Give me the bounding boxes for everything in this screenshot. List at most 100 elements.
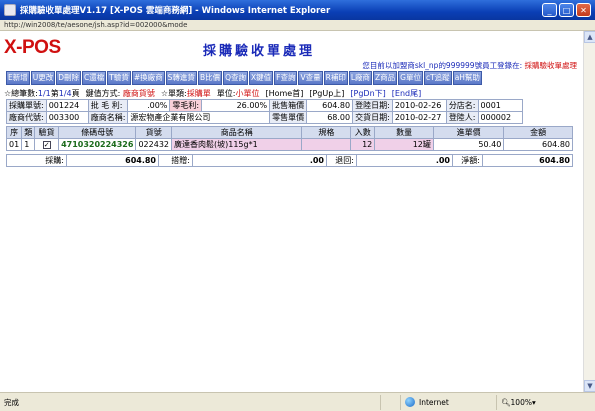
row-inspect-cell: ✓ [34, 138, 60, 151]
page-title: 採購驗收單處理 [203, 44, 316, 59]
col-unit-price: 進單價 [432, 126, 505, 139]
row-amount: 604.80 [503, 138, 573, 151]
row-product-name[interactable]: 廣達香肉鬆(坡)115g*1 [170, 138, 303, 151]
row-barcode[interactable]: 4710320224326 [58, 138, 137, 151]
return-total-label: 退回: [326, 154, 357, 167]
key-button[interactable]: X鍵值 [249, 71, 274, 85]
page-content: X-POS 採購驗收單處理 您目前以加盟商skl_np的999999號員工登錄在… [0, 31, 583, 392]
track-button[interactable]: cT追蹤 [423, 71, 452, 85]
inspect-button[interactable]: T驗貨 [107, 71, 131, 85]
registrar-label: 登陸人: [445, 111, 479, 124]
col-spec: 規格 [301, 126, 352, 139]
new-button[interactable]: E新增 [6, 71, 30, 85]
minimize-button[interactable]: _ [542, 3, 557, 17]
vendor-code-field[interactable]: 003300 [45, 111, 89, 124]
restore-button[interactable]: C還檔 [82, 71, 107, 85]
zone-label: Internet [419, 397, 449, 407]
help-button[interactable]: aH幫助 [452, 71, 482, 85]
col-amount: 金額 [503, 126, 573, 139]
zone-indicator[interactable]: Internet [400, 394, 496, 410]
order-no-label: 採購單號: [6, 99, 47, 112]
record-status-line: ☆總筆數:1/1第1/4頁 鍵值方式: 廠商貨號 ☆單類:採購單 單位:小單位 … [4, 88, 579, 99]
close-button[interactable]: ✕ [576, 3, 591, 17]
row-spec[interactable] [301, 138, 352, 151]
window-title: 採購驗收單處理V1.17 [X-POS 雲端商務網] - Windows Int… [20, 6, 331, 16]
find-button[interactable]: F查詢 [274, 71, 298, 85]
registrar-field[interactable]: 000002 [477, 111, 523, 124]
ie-app-icon [4, 4, 16, 16]
key-mode: 鍵值方式: 廠商貨號 [86, 88, 155, 99]
zoom-control[interactable]: 🔍︎ 100% ▾ [496, 394, 554, 410]
user-info: 您目前以加盟商skl_np的999999號員工登錄在: 採購驗收單處理 [362, 60, 577, 71]
box-price-field[interactable]: 604.80 [306, 99, 354, 112]
col-seq: 序 [5, 126, 23, 139]
doc-type-value[interactable]: 採購單 [187, 89, 211, 98]
row-item-no[interactable]: 022432 [135, 138, 172, 151]
reg-date-field[interactable]: 2010-02-26 [391, 99, 447, 112]
vendor-button[interactable]: L廠商 [348, 71, 373, 85]
table-row[interactable]: 01 1 ✓ 4710320224326 022432 廣達香肉鬆(坡)115g… [5, 138, 573, 151]
net-total-label: 淨額: [452, 154, 483, 167]
nav-pgdn-link[interactable]: [PgDn下] [350, 88, 385, 99]
net-total-value: 604.80 [482, 154, 573, 167]
gross-margin-field[interactable]: .00% [127, 99, 171, 112]
action-toolbar: E新增 U更改 D刪除 C還檔 T驗貨 #換廠商 S轉進貨 B比價 Q查詢 X鍵… [6, 71, 571, 85]
key-mode-value[interactable]: 廠商貨號 [123, 89, 155, 98]
box-price-label: 批售箱價 [269, 99, 308, 112]
discount-total-label: 搭贈: [158, 154, 193, 167]
compare-price-button[interactable]: B比價 [197, 71, 223, 85]
maximize-button[interactable]: □ [559, 3, 574, 17]
total-records-label: ☆總筆數: [4, 89, 38, 98]
row-seq: 01 [5, 138, 23, 151]
retail-price-field[interactable]: 68.00 [306, 111, 354, 124]
col-pack: 入數 [350, 126, 376, 139]
unit-button[interactable]: G單位 [398, 71, 423, 85]
row-type: 1 [21, 138, 36, 151]
to-purchase-button[interactable]: S轉進貨 [165, 71, 197, 85]
reprint-button[interactable]: R補印 [323, 71, 348, 85]
branch-label: 分店名: [445, 99, 479, 112]
row-unit-price[interactable]: 50.40 [432, 138, 505, 151]
retail-margin-field[interactable]: 26.00% [201, 99, 271, 112]
purchase-total-label: 採購: [6, 154, 67, 167]
items-table-header: 序 類 驗貨 條碼母號 貨號 商品名稱 規格 入數 數量 進單價 金額 [5, 126, 573, 139]
vertical-scrollbar[interactable]: ▲ ▼ [583, 31, 595, 392]
purchase-total-value: 604.80 [66, 154, 159, 167]
nav-end-link[interactable]: [End尾] [392, 88, 421, 99]
delivery-date-field[interactable]: 2010-02-27 [391, 111, 447, 124]
row-pack[interactable]: 12 [350, 138, 376, 151]
change-vendor-button[interactable]: #換廠商 [131, 71, 165, 85]
order-header-form: 採購單號: 001224 批 毛 利: .00% 零毛利: 26.00% 批售箱… [6, 99, 523, 124]
address-bar[interactable]: http://win2008/te/aesone/jsh.asp?id=0020… [0, 20, 595, 31]
row-qty[interactable]: 12罐 [374, 138, 434, 151]
doc-type-label: ☆單類: [160, 89, 187, 98]
nav-pgup-link[interactable]: [PgUp上] [309, 88, 344, 99]
scroll-down-icon[interactable]: ▼ [584, 380, 595, 392]
internet-globe-icon [405, 397, 415, 407]
return-total-value: .00 [356, 154, 453, 167]
query-button[interactable]: Q查詢 [223, 71, 248, 85]
col-item-no: 貨號 [135, 126, 172, 139]
reg-date-label: 登陸日期: [352, 99, 393, 112]
page-label: 第 [50, 89, 59, 98]
edit-button[interactable]: U更改 [30, 71, 56, 85]
key-mode-label: 鍵值方式: [85, 89, 121, 98]
unit-mode-label: 單位: [216, 89, 236, 98]
unit-mode-value[interactable]: 小單位 [235, 89, 259, 98]
scroll-up-icon[interactable]: ▲ [584, 31, 595, 43]
page-suffix: 頁 [71, 89, 80, 98]
status-blank-cell [380, 394, 400, 410]
branch-field[interactable]: 0001 [477, 99, 523, 112]
order-no-field[interactable]: 001224 [45, 99, 89, 112]
nav-home-link[interactable]: [Home首] [265, 88, 303, 99]
totals-bar: 採購: 604.80 搭贈: .00 退回: .00 淨額: 604.80 [6, 154, 573, 167]
product-button[interactable]: Z商品 [373, 71, 398, 85]
vendor-name-field[interactable]: 源宏物產企業有限公司 [127, 111, 271, 124]
xpos-logo: X-POS [4, 37, 61, 58]
items-table: 序 類 驗貨 條碼母號 貨號 商品名稱 規格 入數 數量 進單價 金額 01 1… [5, 126, 573, 151]
delete-button[interactable]: D刪除 [56, 71, 82, 85]
inspect-checkbox[interactable]: ✓ [42, 141, 51, 149]
gross-margin-label: 批 毛 利: [87, 99, 129, 112]
vendor-code-label: 廠商代號: [6, 111, 47, 124]
check-qty-button[interactable]: V查量 [298, 71, 323, 85]
